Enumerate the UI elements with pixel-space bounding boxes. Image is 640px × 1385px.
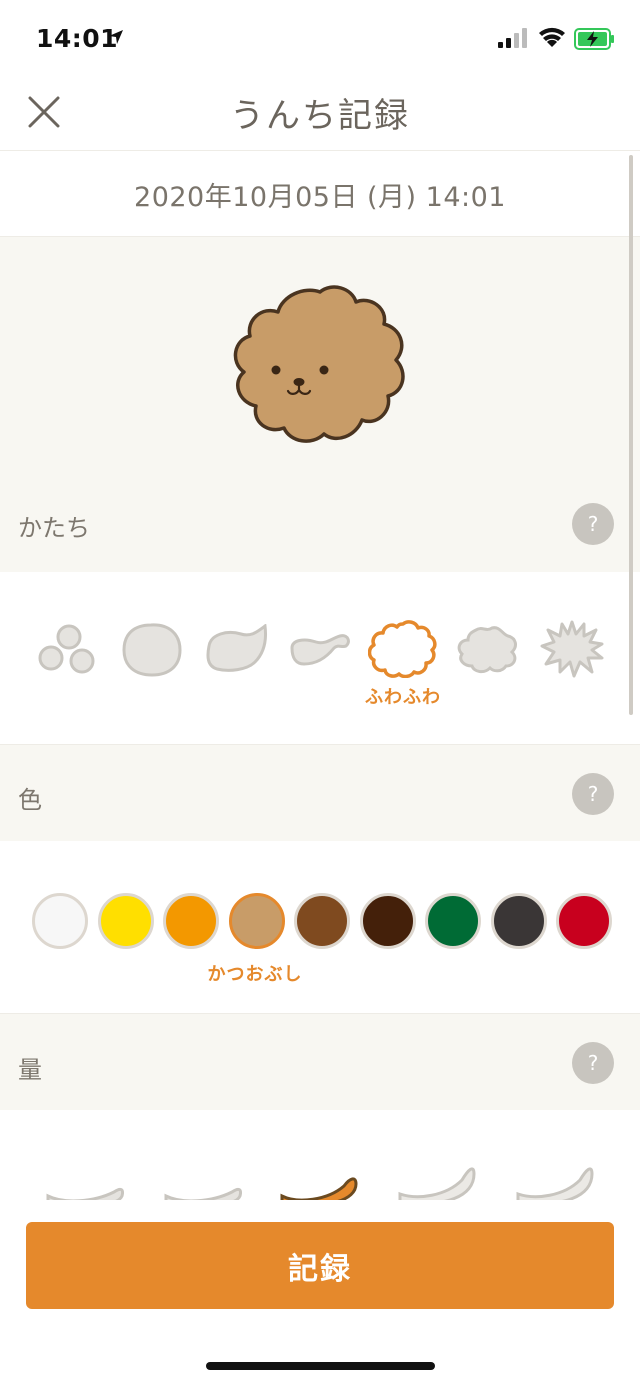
shape-option-round[interactable] <box>121 622 183 678</box>
shape-option-pebbles[interactable] <box>38 624 98 674</box>
color-swatch[interactable] <box>359 893 416 949</box>
amount-section-header <box>0 1014 640 1110</box>
status-time: 14:01 <box>36 24 119 53</box>
scrollbar[interactable] <box>629 155 633 715</box>
page-title: うんち記録 <box>230 96 410 136</box>
location-arrow-icon <box>109 30 123 44</box>
color-selected-label: かつおぶし <box>207 964 303 985</box>
wifi-icon <box>539 27 565 47</box>
color-swatch[interactable] <box>32 893 88 949</box>
color-swatch[interactable] <box>228 893 285 949</box>
color-swatch[interactable] <box>490 893 547 949</box>
shape-selected-label: ふわふわ <box>365 687 441 708</box>
color-section-header <box>0 745 640 841</box>
color-swatch[interactable] <box>294 893 350 949</box>
shape-option-soft[interactable] <box>203 624 269 674</box>
color-section-label: 色 <box>18 786 42 814</box>
color-swatch[interactable] <box>425 893 481 949</box>
color-help-button[interactable]: ? <box>572 773 614 815</box>
record-datetime[interactable]: 2020年10月05日 (月) 14:01 <box>0 175 640 214</box>
shape-section-header <box>0 474 640 572</box>
shape-option-fluffy[interactable] <box>368 620 438 678</box>
cellular-signal-icon <box>498 28 527 48</box>
record-button[interactable]: 記録 <box>26 1222 614 1309</box>
color-swatch[interactable] <box>97 893 154 949</box>
shape-option-slim[interactable] <box>288 630 352 670</box>
dog-mascot-icon <box>233 285 405 443</box>
shape-option-watery[interactable] <box>540 620 604 678</box>
home-indicator[interactable] <box>206 1362 435 1370</box>
color-swatch[interactable] <box>556 893 612 949</box>
shape-section-label: かたち <box>18 514 90 542</box>
battery-charging-icon <box>574 28 614 50</box>
shape-help-button[interactable]: ? <box>572 503 614 545</box>
color-swatch[interactable] <box>163 893 219 949</box>
amount-section-label: 量 <box>18 1056 42 1084</box>
amount-help-button[interactable]: ? <box>572 1042 614 1084</box>
shape-option-mushy[interactable] <box>456 624 520 676</box>
